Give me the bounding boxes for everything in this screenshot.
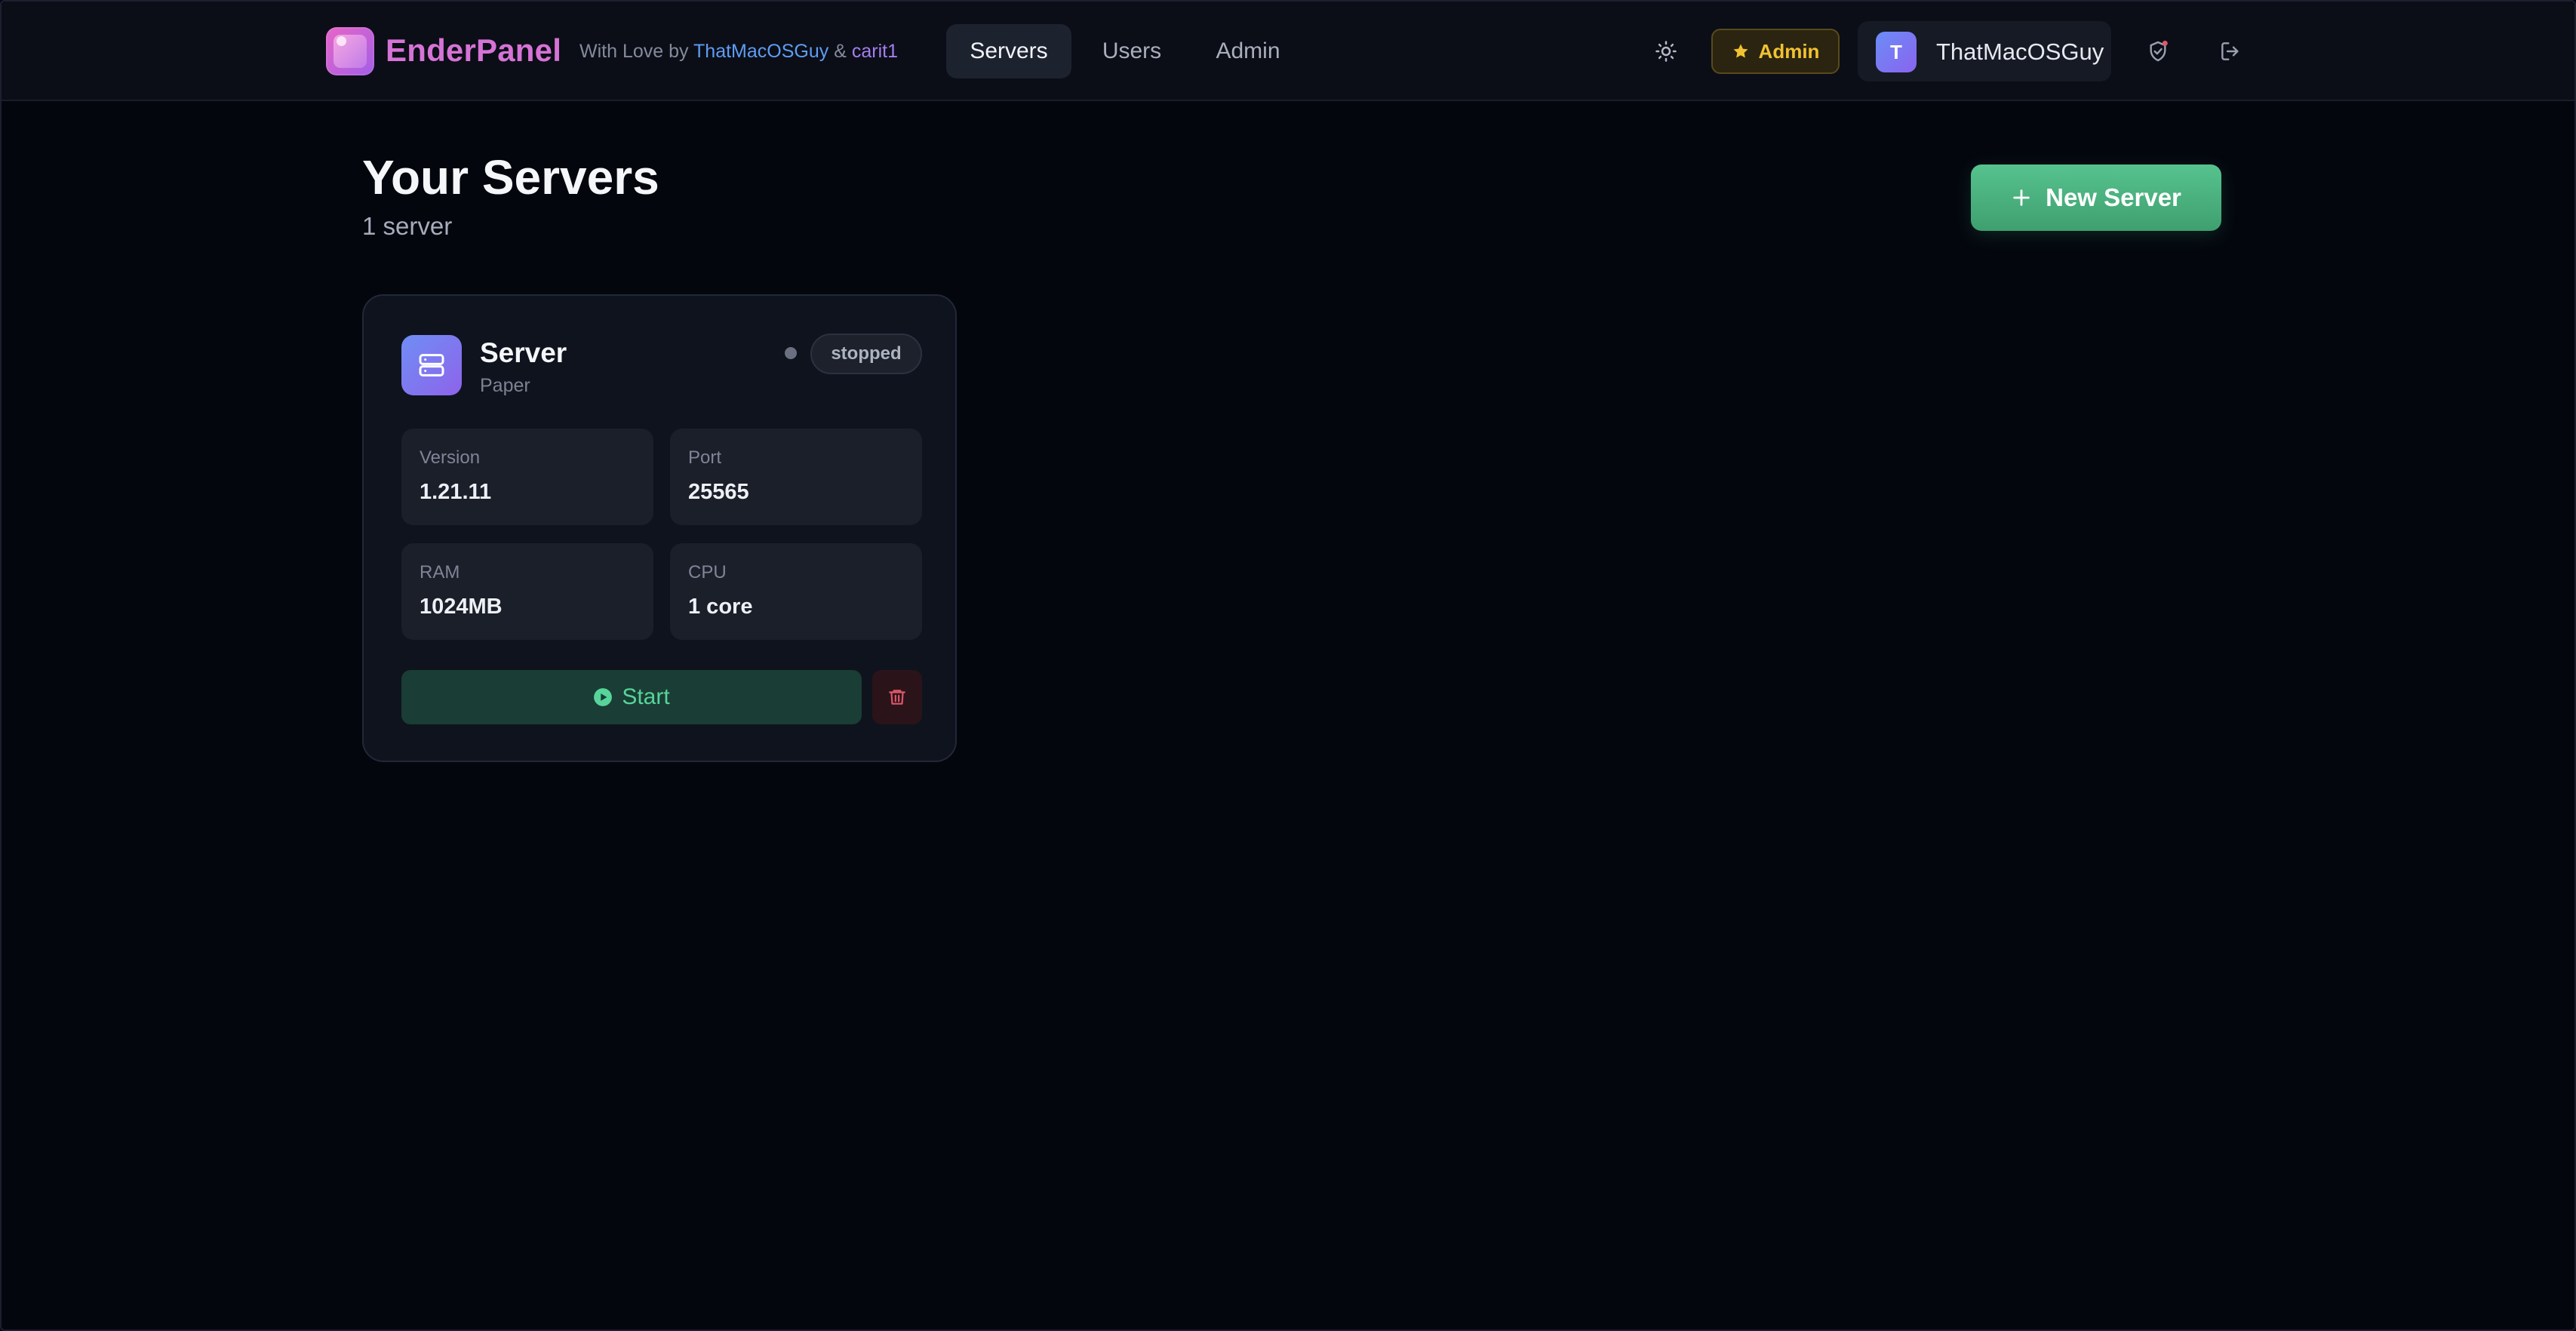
top-bar: EnderPanel With Love by ThatMacOSGuy & c… [2,2,2574,101]
author-link-1[interactable]: ThatMacOSGuy [693,41,828,62]
avatar: T [1876,32,1917,72]
stat-ram: RAM 1024MB [401,543,653,640]
new-server-label: New Server [2046,183,2181,211]
credit-prefix: With Love by [579,41,689,62]
delete-server-button[interactable] [872,670,922,724]
user-menu[interactable]: T ThatMacOSGuy [1858,21,2111,81]
tab-servers[interactable]: Servers [946,24,1071,78]
logout-icon [2221,42,2239,60]
username: ThatMacOSGuy [1936,38,2104,65]
admin-role-label: Admin [1758,39,1820,63]
logout-button[interactable] [2211,32,2250,71]
server-count: 1 server [362,212,453,240]
credit-line: With Love by ThatMacOSGuy & carit1 [579,39,898,63]
tab-users[interactable]: Users [1087,24,1177,78]
stat-label: RAM [420,562,460,583]
status-dot [785,347,797,359]
shield-check-icon [2150,40,2168,62]
start-label: Start [622,684,670,709]
stat-label: CPU [688,562,727,583]
start-button[interactable]: Start [401,670,862,724]
server-type-icon [401,335,462,395]
trash-icon [889,690,905,705]
server-name: Server [480,337,567,368]
admin-role-badge[interactable]: Admin [1711,29,1840,74]
stat-label: Version [420,447,481,468]
new-server-button[interactable]: New Server [1971,164,2221,231]
stat-label: Port [688,447,722,468]
stat-value: 1.21.11 [420,480,492,504]
tab-admin[interactable]: Admin [1200,24,1296,78]
page-title: Your Servers [362,150,659,204]
stat-port: Port 25565 [670,429,922,525]
author-link-2[interactable]: carit1 [852,41,898,62]
play-icon [594,688,613,706]
theme-toggle-button[interactable] [1646,32,1686,71]
stat-value: 25565 [688,480,749,504]
security-button[interactable] [2138,32,2178,71]
server-type: Paper [480,375,530,396]
server-icon [419,354,444,377]
stat-value: 1 core [688,595,753,619]
server-card[interactable]: Server Paper stopped Version 1.21.11 Por… [362,294,957,762]
app-logo[interactable] [326,27,374,75]
brand-name[interactable]: EnderPanel [386,30,561,71]
star-icon [1733,44,1748,58]
credit-and: & [834,41,847,62]
status-badge: stopped [810,334,922,374]
stat-value: 1024MB [420,595,503,619]
plus-icon [2013,189,2030,206]
stat-cpu: CPU 1 core [670,543,922,640]
sun-icon [1655,41,1677,62]
app-window: EnderPanel With Love by ThatMacOSGuy & c… [0,0,2576,1331]
stat-version: Version 1.21.11 [401,429,653,525]
